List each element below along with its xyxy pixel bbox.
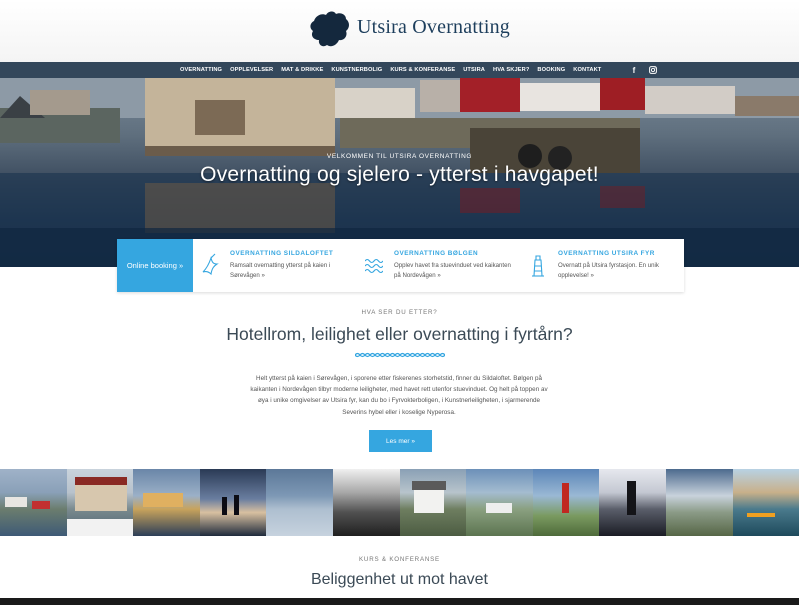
lighthouse-icon: [532, 255, 544, 277]
gallery-rocks-photo[interactable]: [332, 469, 400, 536]
instagram-icon[interactable]: [647, 64, 659, 76]
gallery-lighthouse-photo[interactable]: [599, 469, 666, 536]
booking-bar: Online booking » OVERNATTING SILDALOFTET…: [117, 239, 684, 292]
rope-divider-icon: [355, 352, 445, 358]
gallery-silhouette-photo[interactable]: [199, 469, 267, 536]
booking-item-bolgen[interactable]: OVERNATTING BØLGEN Opplev havet fra stue…: [365, 239, 525, 292]
site-title[interactable]: Utsira Overnatting: [357, 16, 510, 39]
nav-item-kunstnerbolig[interactable]: KUNSTNERBOLIG: [331, 67, 382, 73]
nav-item-booking[interactable]: BOOKING: [537, 67, 565, 73]
booking-item-sildaloftet[interactable]: OVERNATTING SILDALOFTET Ramsalt overnatt…: [201, 239, 361, 292]
nav-item-mat-drikke[interactable]: MAT & DRIKKE: [281, 67, 323, 73]
gallery-waterfront-photo[interactable]: [133, 469, 200, 536]
gallery-white-house-photo[interactable]: [399, 469, 467, 536]
nav-item-kurs-konferanse[interactable]: KURS & KONFERANSE: [390, 67, 455, 73]
gallery-village-photo[interactable]: [466, 469, 533, 536]
gallery-kayak-photo[interactable]: [732, 469, 799, 536]
hero-kicker: VELKOMMEN TIL UTSIRA OVERNATTING: [326, 153, 473, 160]
gallery-boathouse-photo[interactable]: [66, 469, 134, 536]
seagull-icon: [202, 253, 219, 276]
section-heading: Beliggenhet ut mot havet: [310, 571, 488, 588]
booking-item-text: Overnatt på Utsira fyrstasjon. En unik o…: [558, 262, 659, 279]
section-kicker: HVA SER DU ETTER?: [361, 309, 438, 316]
gallery-harbor-photo[interactable]: [0, 469, 67, 536]
online-booking-button[interactable]: Online booking »: [117, 239, 193, 292]
gallery-sea-photo[interactable]: [266, 469, 333, 536]
site-header: Utsira Overnatting: [0, 0, 799, 62]
booking-item-utsira-fyr[interactable]: OVERNATTING UTSIRA FYR Overnatt på Utsir…: [529, 239, 684, 292]
page: Utsira Overnatting OVERNATTING OPPLEVELS…: [0, 0, 799, 598]
gallery-red-lighthouse-photo[interactable]: [532, 469, 600, 536]
island-logo-icon[interactable]: [306, 9, 352, 49]
nav-item-opplevelser[interactable]: OPPLEVELSER: [230, 67, 273, 73]
section-kicker: KURS & KONFERANSE: [359, 556, 440, 563]
booking-item-text: Ramsalt overnatting ytterst på kaien i S…: [230, 262, 331, 279]
photo-gallery: [0, 469, 799, 536]
main-nav: OVERNATTING OPPLEVELSER MAT & DRIKKE KUN…: [0, 62, 799, 78]
nav-item-kontakt[interactable]: KONTAKT: [573, 67, 601, 73]
booking-item-title: OVERNATTING SILDALOFTET: [230, 250, 334, 257]
intro-paragraph: Helt ytterst på kaien i Sørevågen, i spo…: [250, 375, 548, 416]
facebook-icon[interactable]: f: [628, 64, 640, 76]
nav-item-overnatting[interactable]: OVERNATTING: [180, 67, 222, 73]
gallery-clouds-photo[interactable]: [665, 469, 733, 536]
booking-item-title: OVERNATTING BØLGEN: [394, 250, 479, 257]
section-heading: Hotellrom, leilighet eller overnatting i…: [226, 324, 573, 344]
nav-items: OVERNATTING OPPLEVELSER MAT & DRIKKE KUN…: [180, 62, 609, 78]
read-more-button[interactable]: Les mer »: [369, 430, 432, 452]
waves-icon: [365, 258, 383, 274]
nav-item-hva-skjer[interactable]: HVA SKJER?: [493, 67, 529, 73]
booking-item-title: OVERNATTING UTSIRA FYR: [558, 250, 655, 257]
hero-title: Overnatting og sjelero - ytterst i havga…: [200, 163, 599, 186]
nav-item-utsira[interactable]: UTSIRA: [463, 67, 485, 73]
booking-item-text: Opplev havet fra stuevinduet ved kaikant…: [394, 262, 511, 279]
